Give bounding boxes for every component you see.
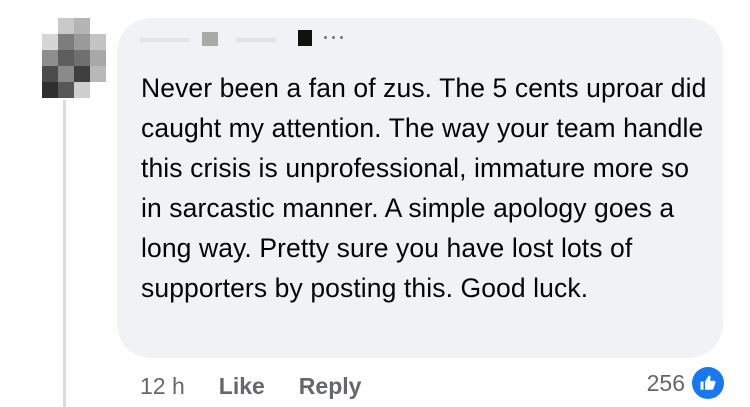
reaction-count: 256 <box>646 369 685 396</box>
thumbs-up-icon <box>692 367 724 399</box>
avatar[interactable] <box>38 18 110 102</box>
reply-button[interactable]: Reply <box>299 373 362 400</box>
reaction-summary[interactable]: 256 <box>647 367 724 399</box>
comment-text: Never been a fan of zus. The 5 cents upr… <box>141 73 707 303</box>
comment-timestamp[interactable]: 12 h <box>140 373 185 400</box>
like-button[interactable]: Like <box>219 373 265 400</box>
comment-actions: 12 h Like Reply <box>140 370 361 402</box>
thread-line <box>63 100 66 407</box>
author-name-redacted[interactable] <box>140 30 380 46</box>
